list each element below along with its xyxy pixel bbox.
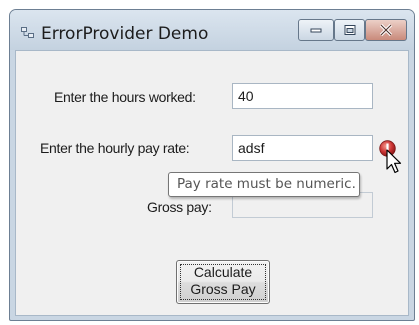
app-window: ErrorProvider Demo Enter the hours worke…: [9, 9, 415, 321]
window-title: ErrorProvider Demo: [41, 24, 209, 44]
close-button[interactable]: [365, 19, 407, 41]
close-icon: [379, 24, 393, 36]
form-icon: [21, 27, 34, 38]
calculate-button-line2: Gross Pay: [190, 281, 256, 297]
maximize-icon: [344, 25, 355, 35]
hours-label: Enter the hours worked:: [54, 89, 196, 105]
calculate-button-line1: Calculate: [193, 264, 253, 280]
hours-input[interactable]: 40: [232, 83, 373, 109]
maximize-button[interactable]: [334, 19, 365, 41]
error-tooltip: Pay rate must be numeric.: [168, 172, 360, 197]
form-client-area: Enter the hours worked: 40 Enter the hou…: [15, 50, 409, 316]
calculate-gross-pay-button[interactable]: Calculate Gross Pay: [176, 260, 270, 304]
minimize-icon: [310, 28, 322, 33]
minimize-button[interactable]: [298, 19, 334, 41]
title-bar[interactable]: ErrorProvider Demo: [10, 10, 414, 50]
pay-rate-input[interactable]: adsf: [232, 135, 373, 161]
gross-pay-label: Gross pay:: [147, 199, 212, 215]
arrow-cursor-icon: [386, 149, 402, 174]
pay-rate-label: Enter the hourly pay rate:: [40, 140, 190, 156]
